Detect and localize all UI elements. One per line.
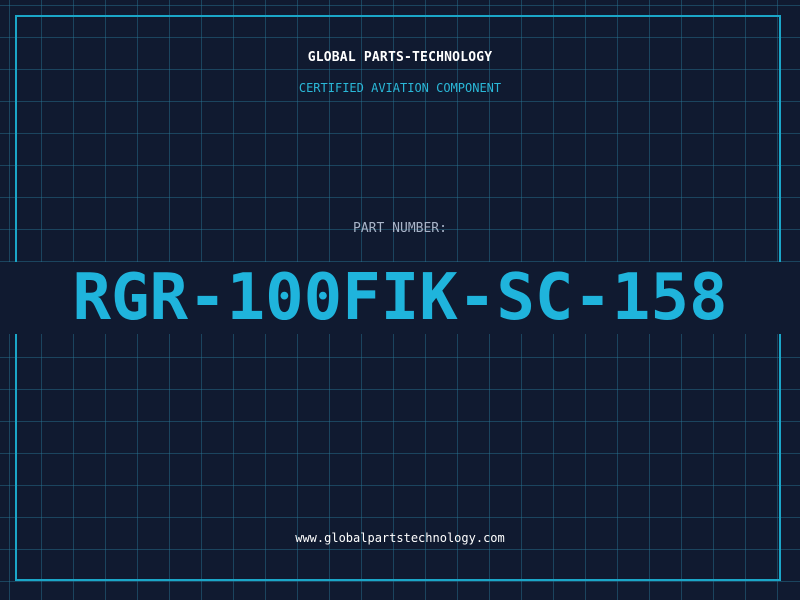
company-name: GLOBAL PARTS-TECHNOLOGY <box>307 50 493 65</box>
website-url: www.globalpartstechnology.com <box>295 531 505 545</box>
certification-subtitle: CERTIFIED AVIATION COMPONENT <box>298 81 502 95</box>
part-number-label: PART NUMBER: <box>353 221 447 236</box>
part-certificate-page: GLOBAL PARTS-TECHNOLOGY CERTIFIED AVIATI… <box>0 0 800 600</box>
part-number-value: RGR-100FIK-SC-158 <box>72 261 728 335</box>
